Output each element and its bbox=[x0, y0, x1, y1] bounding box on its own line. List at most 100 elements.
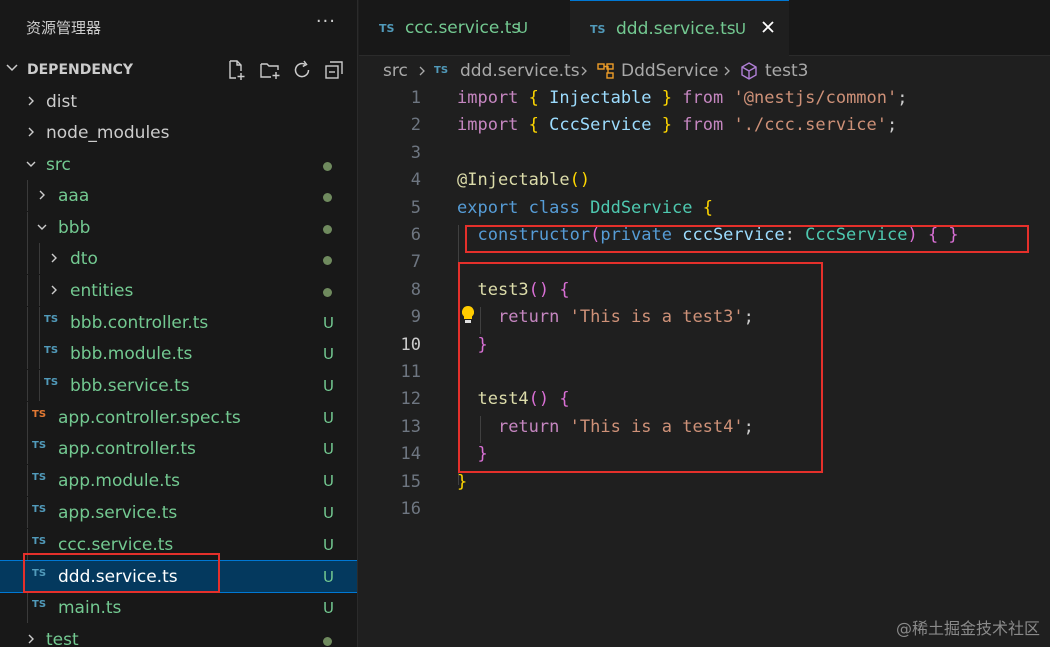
untracked-badge: U bbox=[323, 345, 334, 363]
line-number: 10 bbox=[400, 334, 421, 355]
highlight-box-file bbox=[23, 553, 220, 593]
untracked-badge: U bbox=[323, 536, 334, 554]
indent-guide bbox=[27, 370, 28, 401]
tree-item-src[interactable]: src bbox=[0, 149, 357, 180]
untracked-badge: U bbox=[323, 377, 334, 395]
typescript-file-icon: TS bbox=[44, 345, 59, 356]
code-token: } bbox=[661, 115, 673, 136]
tree-item-aaa[interactable]: aaa bbox=[0, 180, 357, 211]
tree-item-bbb-service[interactable]: TS bbb.service.ts U bbox=[0, 370, 357, 401]
line-number: 9 bbox=[410, 307, 421, 328]
workspace-section-header[interactable]: DEPENDENCY bbox=[0, 56, 357, 84]
new-file-icon[interactable] bbox=[224, 58, 248, 82]
indent-guide bbox=[27, 592, 28, 623]
untracked-badge: U bbox=[323, 314, 334, 332]
new-folder-icon[interactable] bbox=[258, 58, 282, 82]
tree-item-label: test bbox=[46, 630, 79, 647]
chevron-right-icon bbox=[51, 253, 57, 263]
line-number: 6 bbox=[410, 225, 421, 245]
tree-item-label: src bbox=[46, 155, 71, 175]
line-number: 16 bbox=[400, 499, 421, 519]
workspace-name: DEPENDENCY bbox=[27, 62, 134, 78]
tree-item-dto[interactable]: dto bbox=[0, 243, 357, 274]
line-number: 4 bbox=[410, 170, 421, 191]
tree-item-label: bbb.module.ts bbox=[70, 344, 193, 364]
code-line: export class DddService { bbox=[457, 198, 713, 218]
tree-item-bbb[interactable]: bbb bbox=[0, 212, 357, 243]
tree-item-label: aaa bbox=[58, 186, 90, 206]
refresh-icon[interactable] bbox=[290, 58, 314, 82]
tree-item-test[interactable]: test bbox=[0, 624, 357, 647]
typescript-file-icon: TS bbox=[32, 440, 47, 451]
breadcrumb-folder[interactable]: src bbox=[383, 61, 408, 81]
code-line: import { Injectable } from '@nestjs/comm… bbox=[457, 88, 908, 108]
indent-guide bbox=[27, 497, 28, 528]
tree-item-label: ccc.service.ts bbox=[58, 535, 174, 555]
tree-item-bbb-module[interactable]: TS bbb.module.ts U bbox=[0, 338, 357, 369]
code-token: ; bbox=[887, 115, 898, 136]
close-icon[interactable] bbox=[759, 18, 777, 36]
line-number: 7 bbox=[410, 252, 421, 273]
tree-item-label: dist bbox=[46, 92, 78, 112]
tree-item-label: bbb.service.ts bbox=[70, 376, 190, 396]
tree-item-main[interactable]: TS main.ts U bbox=[0, 592, 357, 623]
line-number: 14 bbox=[400, 444, 421, 465]
tree-item-node-modules[interactable]: node_modules bbox=[0, 117, 357, 148]
modified-dot-icon bbox=[323, 193, 332, 202]
tree-item-app-module[interactable]: TS app.module.ts U bbox=[0, 465, 357, 496]
typescript-file-icon: TS bbox=[44, 377, 59, 388]
line-number: 1 bbox=[410, 88, 421, 108]
code-token: @Injectable bbox=[457, 170, 570, 191]
tree-item-bbb-controller[interactable]: TS bbb.controller.ts U bbox=[0, 307, 357, 338]
code-token: { bbox=[702, 197, 713, 218]
watermark: @稀土掘金技术社区 bbox=[895, 619, 1040, 638]
line-number: 3 bbox=[410, 142, 421, 163]
code-token: from bbox=[682, 88, 724, 108]
chevron-right-icon bbox=[419, 66, 425, 76]
tree-item-dist[interactable]: dist bbox=[0, 86, 357, 117]
line-number: 12 bbox=[400, 389, 421, 410]
tree-item-label: entities bbox=[70, 281, 134, 301]
more-actions-icon[interactable]: ··· bbox=[316, 11, 336, 32]
typescript-file-icon: TS bbox=[32, 504, 47, 515]
tree-item-app-controller-spec[interactable]: TS app.controller.spec.ts U bbox=[0, 402, 357, 433]
tree-item-label: app.controller.spec.ts bbox=[58, 408, 241, 428]
code-token: () bbox=[569, 170, 591, 191]
explorer-actions bbox=[224, 58, 348, 82]
typescript-file-icon: TS bbox=[32, 472, 47, 483]
untracked-badge: U bbox=[735, 20, 746, 38]
code-token: DddService bbox=[590, 197, 693, 218]
code-line: @Injectable() bbox=[457, 170, 590, 190]
tab-ccc-service[interactable]: TS ccc.service.ts U bbox=[359, 0, 569, 56]
tab-ddd-service[interactable]: TS ddd.service.ts U bbox=[570, 0, 789, 56]
collapse-all-icon[interactable] bbox=[322, 58, 346, 82]
tree-item-app-service[interactable]: TS app.service.ts U bbox=[0, 497, 357, 528]
untracked-badge: U bbox=[323, 440, 334, 458]
chevron-right-icon bbox=[51, 285, 57, 295]
breadcrumb-file[interactable]: ddd.service.ts bbox=[460, 61, 580, 81]
breadcrumb-class[interactable]: DddService bbox=[621, 61, 719, 81]
tree-item-label: bbb.controller.ts bbox=[70, 313, 209, 333]
code-token: Injectable bbox=[549, 88, 652, 108]
tree-item-app-controller[interactable]: TS app.controller.ts U bbox=[0, 433, 357, 464]
code-token: } bbox=[457, 471, 468, 492]
code-token: import bbox=[457, 115, 519, 136]
tree-item-label: bbb bbox=[58, 218, 91, 238]
code-token: import bbox=[457, 88, 519, 108]
indent-guide bbox=[27, 307, 28, 338]
code-editor[interactable]: 1 2 3 4 5 6 7 8 9 10 11 12 13 14 15 16 import { Injecta… bbox=[359, 86, 1050, 647]
breadcrumb-method[interactable]: test3 bbox=[765, 61, 808, 81]
indent-guide bbox=[39, 338, 40, 369]
code-token: '@nestjs/common' bbox=[733, 88, 898, 108]
chevron-down-icon bbox=[6, 64, 18, 72]
tree-item-label: app.service.ts bbox=[58, 503, 178, 523]
tree-item-entities[interactable]: entities bbox=[0, 275, 357, 306]
